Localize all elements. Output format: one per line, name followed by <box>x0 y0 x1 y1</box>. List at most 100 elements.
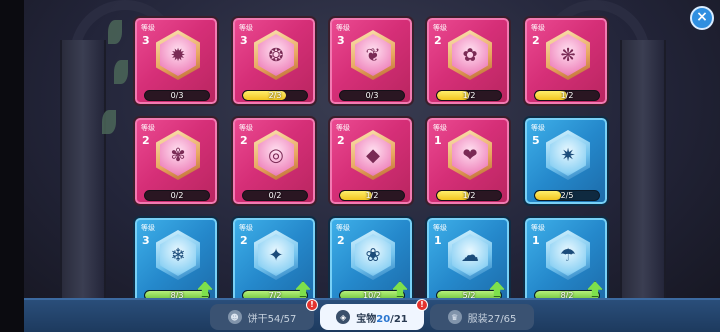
treasure-frame: ◆ <box>351 130 395 180</box>
level-value: 2 <box>240 234 248 247</box>
close-button[interactable]: × <box>690 6 714 30</box>
treasure-card[interactable]: 等级 2 ✿ 1/2 <box>425 16 511 106</box>
progress-text: 1/2 <box>462 191 476 200</box>
treasure-card[interactable]: 等级 1 ☁ 5/2 <box>425 216 511 306</box>
treasure-icon: ❦ <box>355 34 391 76</box>
progress-text: 2/3 <box>268 91 282 100</box>
treasure-card[interactable]: 等级 2 ✦ 7/2 <box>231 216 317 306</box>
tab-cookies[interactable]: ☻ 饼干54/57! <box>210 299 318 330</box>
shard-progress-bar: 0/3 <box>144 90 210 101</box>
treasure-frame: ✹ <box>156 30 200 80</box>
progress-text: 0/3 <box>365 91 379 100</box>
treasure-frame: ✾ <box>156 130 200 180</box>
level-label: 等级 <box>531 24 545 32</box>
treasure-frame: ☁ <box>448 230 492 280</box>
treasure-frame: ❦ <box>351 30 395 80</box>
treasure-grid: 等级 3 ✹ 0/3 等级 3 ❂ 2/3 等级 3 ❦ 0/3 等级 2 ✿ 1/2 等级 2 ❋ 1/2 等级 2 ✾ 0… <box>0 0 720 306</box>
level-label: 等级 <box>433 124 447 132</box>
level-label: 等级 <box>531 124 545 132</box>
notification-badge: ! <box>306 299 318 311</box>
shard-progress-bar: 1/2 <box>534 90 600 101</box>
level-value: 2 <box>337 234 345 247</box>
treasure-frame: ❄ <box>156 230 200 280</box>
treasure-card[interactable]: 等级 3 ✹ 0/3 <box>133 16 219 106</box>
treasure-frame: ✷ <box>546 130 590 180</box>
treasure-icon: ✾ <box>160 134 196 176</box>
shard-progress-bar: 0/2 <box>242 190 308 201</box>
level-label: 等级 <box>239 124 253 132</box>
treasure-icon: ◎ <box>258 134 294 176</box>
tab-label: 服装27/65 <box>467 313 517 325</box>
shard-progress-bar: 2/5 <box>534 190 600 201</box>
treasure-icon: ☂ <box>550 234 586 276</box>
progress-text: 0/2 <box>170 191 184 200</box>
level-value: 2 <box>142 134 150 147</box>
progress-text: 2/5 <box>560 191 574 200</box>
treasure-icon: ❀ <box>355 234 391 276</box>
shard-progress-bar: 1/2 <box>436 190 502 201</box>
treasure-card[interactable]: 等级 2 ❋ 1/2 <box>523 16 609 106</box>
progress-text: 1/2 <box>365 191 379 200</box>
treasure-card[interactable]: 等级 3 ❦ 0/3 <box>328 16 414 106</box>
level-value: 2 <box>532 34 540 47</box>
treasure-card[interactable]: 等级 2 ❀ 10/2 <box>328 216 414 306</box>
tab-icon: ☻ <box>227 310 242 324</box>
shard-progress-bar: 1/2 <box>436 90 502 101</box>
level-value: 3 <box>240 34 248 47</box>
tab-label: 宝物20/21 <box>356 313 408 325</box>
level-value: 3 <box>337 34 345 47</box>
progress-text: 0/2 <box>268 191 282 200</box>
progress-text: 0/3 <box>170 91 184 100</box>
treasure-frame: ◎ <box>254 130 298 180</box>
tab-icon: ♛ <box>447 310 462 324</box>
treasure-icon: ❤ <box>452 134 488 176</box>
treasure-frame: ❤ <box>448 130 492 180</box>
treasure-icon: ✹ <box>160 34 196 76</box>
treasure-icon: ✦ <box>258 234 294 276</box>
treasure-card[interactable]: 等级 5 ✷ 2/5 <box>523 116 609 206</box>
treasure-card[interactable]: 等级 3 ❂ 2/3 <box>231 16 317 106</box>
shard-progress-bar: 2/3 <box>242 90 308 101</box>
treasure-icon: ✿ <box>452 34 488 76</box>
shard-progress-bar: 0/2 <box>144 190 210 201</box>
level-label: 等级 <box>336 224 350 232</box>
shard-progress-bar: 1/2 <box>339 190 405 201</box>
level-label: 等级 <box>531 224 545 232</box>
treasure-icon: ❄ <box>160 234 196 276</box>
treasure-icon: ❋ <box>550 34 586 76</box>
tab-costumes[interactable]: ♛ 服装27/65 <box>430 304 534 330</box>
level-value: 2 <box>240 134 248 147</box>
treasure-card[interactable]: 等级 2 ◎ 0/2 <box>231 116 317 206</box>
tab-treasures[interactable]: ◈ 宝物20/21! <box>320 299 428 330</box>
level-value: 2 <box>337 134 345 147</box>
treasure-frame: ☂ <box>546 230 590 280</box>
treasure-icon: ☁ <box>452 234 488 276</box>
level-label: 等级 <box>239 24 253 32</box>
level-value: 1 <box>532 234 540 247</box>
level-value: 3 <box>142 234 150 247</box>
treasure-card[interactable]: 等级 2 ◆ 1/2 <box>328 116 414 206</box>
tab-label: 饼干54/57 <box>247 313 297 325</box>
level-value: 1 <box>434 134 442 147</box>
tab-icon: ◈ <box>336 310 351 324</box>
treasure-card[interactable]: 等级 1 ❤ 1/2 <box>425 116 511 206</box>
level-label: 等级 <box>336 124 350 132</box>
level-value: 1 <box>434 234 442 247</box>
level-label: 等级 <box>433 224 447 232</box>
treasure-frame: ✦ <box>254 230 298 280</box>
progress-text: 1/2 <box>560 91 574 100</box>
treasure-card[interactable]: 等级 2 ✾ 0/2 <box>133 116 219 206</box>
treasure-icon: ❂ <box>258 34 294 76</box>
level-label: 等级 <box>141 124 155 132</box>
treasure-frame: ❋ <box>546 30 590 80</box>
level-label: 等级 <box>141 24 155 32</box>
treasure-card[interactable]: 等级 1 ☂ 8/2 <box>523 216 609 306</box>
treasure-card[interactable]: 等级 3 ❄ 8/3 <box>133 216 219 306</box>
treasure-icon: ◆ <box>355 134 391 176</box>
level-label: 等级 <box>433 24 447 32</box>
level-label: 等级 <box>239 224 253 232</box>
treasure-frame: ✿ <box>448 30 492 80</box>
close-icon: × <box>696 9 708 25</box>
shard-progress-bar: 0/3 <box>339 90 405 101</box>
category-tab-bar: ☻ 饼干54/57! ◈ 宝物20/21! ♛ 服装27/65 <box>24 298 720 332</box>
